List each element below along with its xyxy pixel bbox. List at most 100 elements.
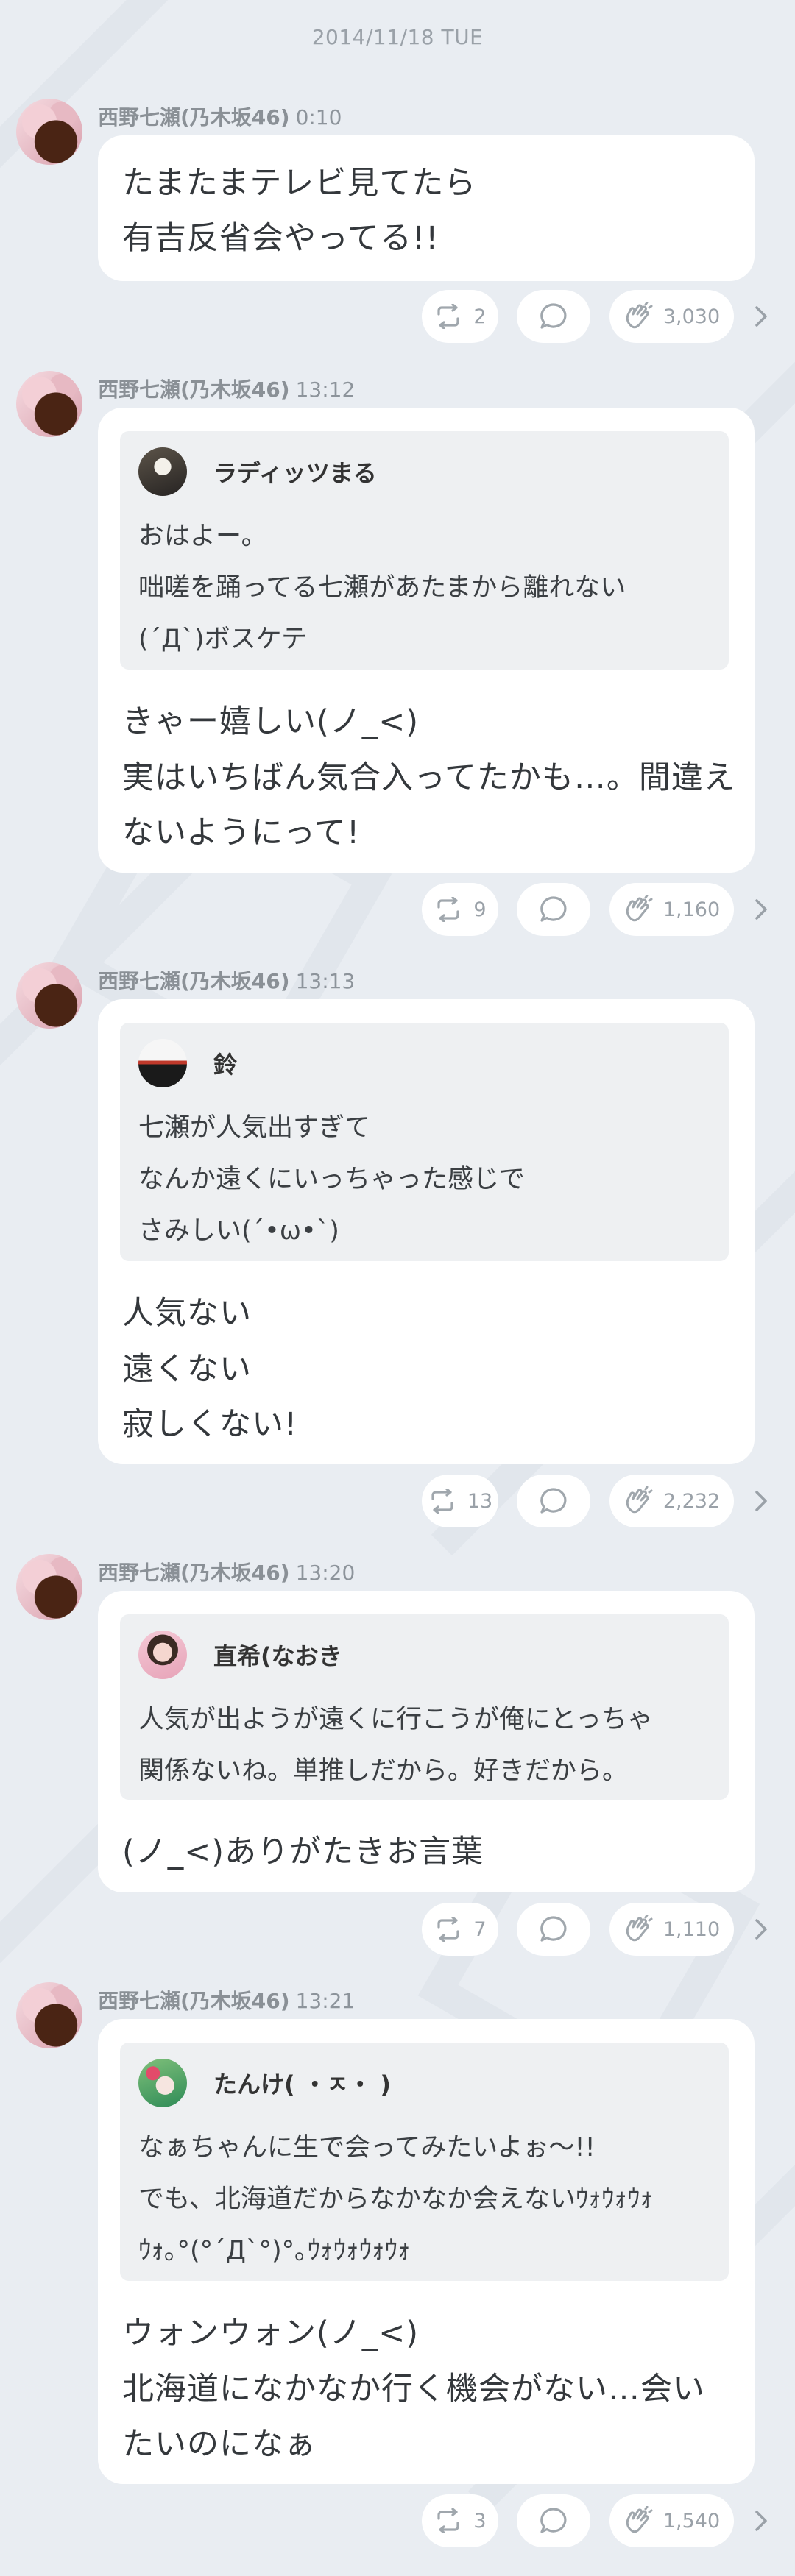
quoted-message[interactable]: 直希(なおき 人気が出ようが遠くに行こうが俺にとっちゃ 関係ないね。単推しだから… [120, 1614, 729, 1800]
message-line: きゃー嬉しい(ノ_<) [122, 703, 420, 740]
post-time: 0:10 [295, 105, 342, 129]
message-line: 寂しくない! [122, 1406, 298, 1443]
comment-icon [540, 896, 567, 922]
chevron-right-icon[interactable] [752, 303, 770, 330]
author-name: 西野七瀬(乃木坂46) [98, 1561, 290, 1585]
quoted-message[interactable]: 鈴 七瀬が人気出すぎて なんか遠くにいっちゃった感じで さみしい(´•ω•`) [120, 1023, 729, 1261]
post-meta: 西野七瀬(乃木坂46) 13:12 [98, 374, 355, 403]
quote-line: 咄嗟を踊ってる七瀬があたまから離れない [138, 573, 626, 603]
post-actions: 2 3,030 [0, 290, 795, 343]
quoted-message[interactable]: たんけ( ・ㅈ・ ) なぁちゃんに生で会ってみたいよぉ〜!! でも、北海道だから… [120, 2043, 729, 2281]
retweet-icon [431, 1489, 453, 1514]
avatar[interactable] [16, 962, 82, 1029]
comment-button[interactable] [517, 883, 590, 936]
retweet-count: 9 [473, 898, 487, 921]
chevron-right-icon[interactable] [752, 1916, 770, 1942]
clap-icon [626, 895, 653, 922]
retweet-count: 3 [473, 2509, 487, 2533]
clap-count: 1,540 [662, 2509, 721, 2533]
quote-line: 関係ないね。単推しだから。好きだから。 [138, 1756, 629, 1786]
clap-button[interactable]: 2,232 [610, 1475, 734, 1527]
retweet-icon [437, 2508, 460, 2533]
avatar[interactable] [16, 1982, 82, 2048]
quote-line: おはよー。 [138, 522, 267, 551]
retweet-button[interactable]: 2 [422, 290, 498, 343]
retweet-button[interactable]: 13 [422, 1475, 498, 1527]
message-line: たまたまテレビ見てたら [122, 165, 477, 202]
date-header: 2014/11/18 TUE [311, 25, 484, 49]
retweet-icon [437, 1917, 460, 1942]
clap-button[interactable]: 1,540 [610, 2494, 734, 2547]
author-name: 西野七瀬(乃木坂46) [98, 1989, 290, 2013]
retweet-icon [437, 304, 460, 329]
post-actions: 7 1,110 [0, 1903, 795, 1956]
post-meta: 西野七瀬(乃木坂46) 13:21 [98, 1985, 355, 2015]
avatar[interactable] [16, 1554, 82, 1620]
clap-count: 1,160 [662, 898, 721, 921]
message-bubble: 直希(なおき 人気が出ようが遠くに行こうが俺にとっちゃ 関係ないね。単推しだから… [98, 1591, 755, 1892]
quote-author: 鈴 [213, 1051, 238, 1079]
post-time: 13:21 [295, 1989, 356, 2013]
clap-icon [626, 2506, 653, 2533]
chevron-right-icon[interactable] [752, 896, 770, 923]
quote-line: なぁちゃんに生で会ってみたいよぉ〜!! [138, 2133, 596, 2162]
retweet-button[interactable]: 3 [422, 2494, 498, 2547]
chevron-right-icon[interactable] [752, 2508, 770, 2534]
quote-line: でも、北海道だからなかなか会えないｳｫｳｫｳｫ [138, 2185, 653, 2214]
comment-button[interactable] [517, 1903, 590, 1956]
quote-author: 直希(なおき [213, 1642, 342, 1670]
quoted-message[interactable]: ラディッツまる おはよー。 咄嗟を踊ってる七瀬があたまから離れない (´Д`)ボ… [120, 431, 729, 670]
quote-author: たんけ( ・ㅈ・ ) [213, 2071, 391, 2098]
author-name: 西野七瀬(乃木坂46) [98, 969, 290, 993]
comment-button[interactable] [517, 1475, 590, 1527]
retweet-count: 2 [473, 305, 487, 328]
message-line: 遠くない [122, 1351, 252, 1388]
quote-avatar [138, 447, 187, 496]
comment-icon [540, 1916, 567, 1942]
post-actions: 9 1,160 [0, 883, 795, 936]
quote-author: ラディッツまる [213, 459, 377, 487]
clap-button[interactable]: 3,030 [610, 290, 734, 343]
quote-line: さみしい(´•ω•`) [138, 1216, 339, 1246]
clap-button[interactable]: 1,160 [610, 883, 734, 936]
post-time: 13:20 [295, 1561, 356, 1585]
message-line: たいのになぁ [122, 2426, 317, 2463]
quote-avatar [138, 1631, 187, 1679]
post-meta: 西野七瀬(乃木坂46) 13:20 [98, 1557, 355, 1586]
message-bubble: たんけ( ・ㅈ・ ) なぁちゃんに生で会ってみたいよぉ〜!! でも、北海道だから… [98, 2019, 755, 2484]
message-line: 人気ない [122, 1295, 252, 1332]
clap-icon [626, 1915, 653, 1942]
post-meta: 西野七瀬(乃木坂46) 13:13 [98, 965, 355, 995]
quote-line: 人気が出ようが遠くに行こうが俺にとっちゃ [138, 1705, 653, 1734]
clap-button[interactable]: 1,110 [610, 1903, 734, 1956]
avatar[interactable] [16, 99, 82, 165]
chevron-right-icon[interactable] [752, 1488, 770, 1514]
quote-line: 七瀬が人気出すぎて [138, 1113, 371, 1143]
message-bubble: たまたまテレビ見てたら 有吉反省会やってる!! [98, 135, 755, 281]
author-name: 西野七瀬(乃木坂46) [98, 105, 290, 129]
clap-count: 1,110 [662, 1917, 721, 1941]
message-line: ウォンウォン(ノ_<) [122, 2315, 420, 2352]
message-line: 有吉反省会やってる!! [122, 220, 439, 257]
post-time: 13:13 [295, 969, 356, 993]
message-bubble: ラディッツまる おはよー。 咄嗟を踊ってる七瀬があたまから離れない (´Д`)ボ… [98, 408, 755, 873]
message-line: (ノ_<)ありがたきお言葉 [122, 1834, 484, 1870]
author-name: 西野七瀬(乃木坂46) [98, 377, 290, 402]
retweet-button[interactable]: 7 [422, 1903, 498, 1956]
quote-line: なんか遠くにいっちゃった感じで [138, 1165, 526, 1194]
clap-icon [626, 302, 653, 329]
avatar[interactable] [16, 371, 82, 437]
comment-icon [540, 303, 567, 329]
comment-icon [540, 2508, 567, 2533]
talk-feed: 2014/11/18 TUE 西野七瀬(乃木坂46) 0:10 たまたまテレビ見て… [0, 0, 795, 2576]
quote-line: ｳｫ｡°(°´Д`°)°｡ｳｫｳｫｳｫｳｫ [138, 2236, 411, 2265]
comment-button[interactable] [517, 290, 590, 343]
retweet-icon [437, 897, 460, 922]
retweet-button[interactable]: 9 [422, 883, 498, 936]
message-line: 北海道になかなか行く機会がない…会い [122, 2371, 705, 2408]
quote-line: (´Д`)ボスケテ [138, 625, 307, 654]
retweet-count: 13 [467, 1489, 493, 1513]
post-actions: 13 2,232 [0, 1475, 795, 1527]
clap-count: 2,232 [662, 1489, 721, 1513]
comment-button[interactable] [517, 2494, 590, 2547]
